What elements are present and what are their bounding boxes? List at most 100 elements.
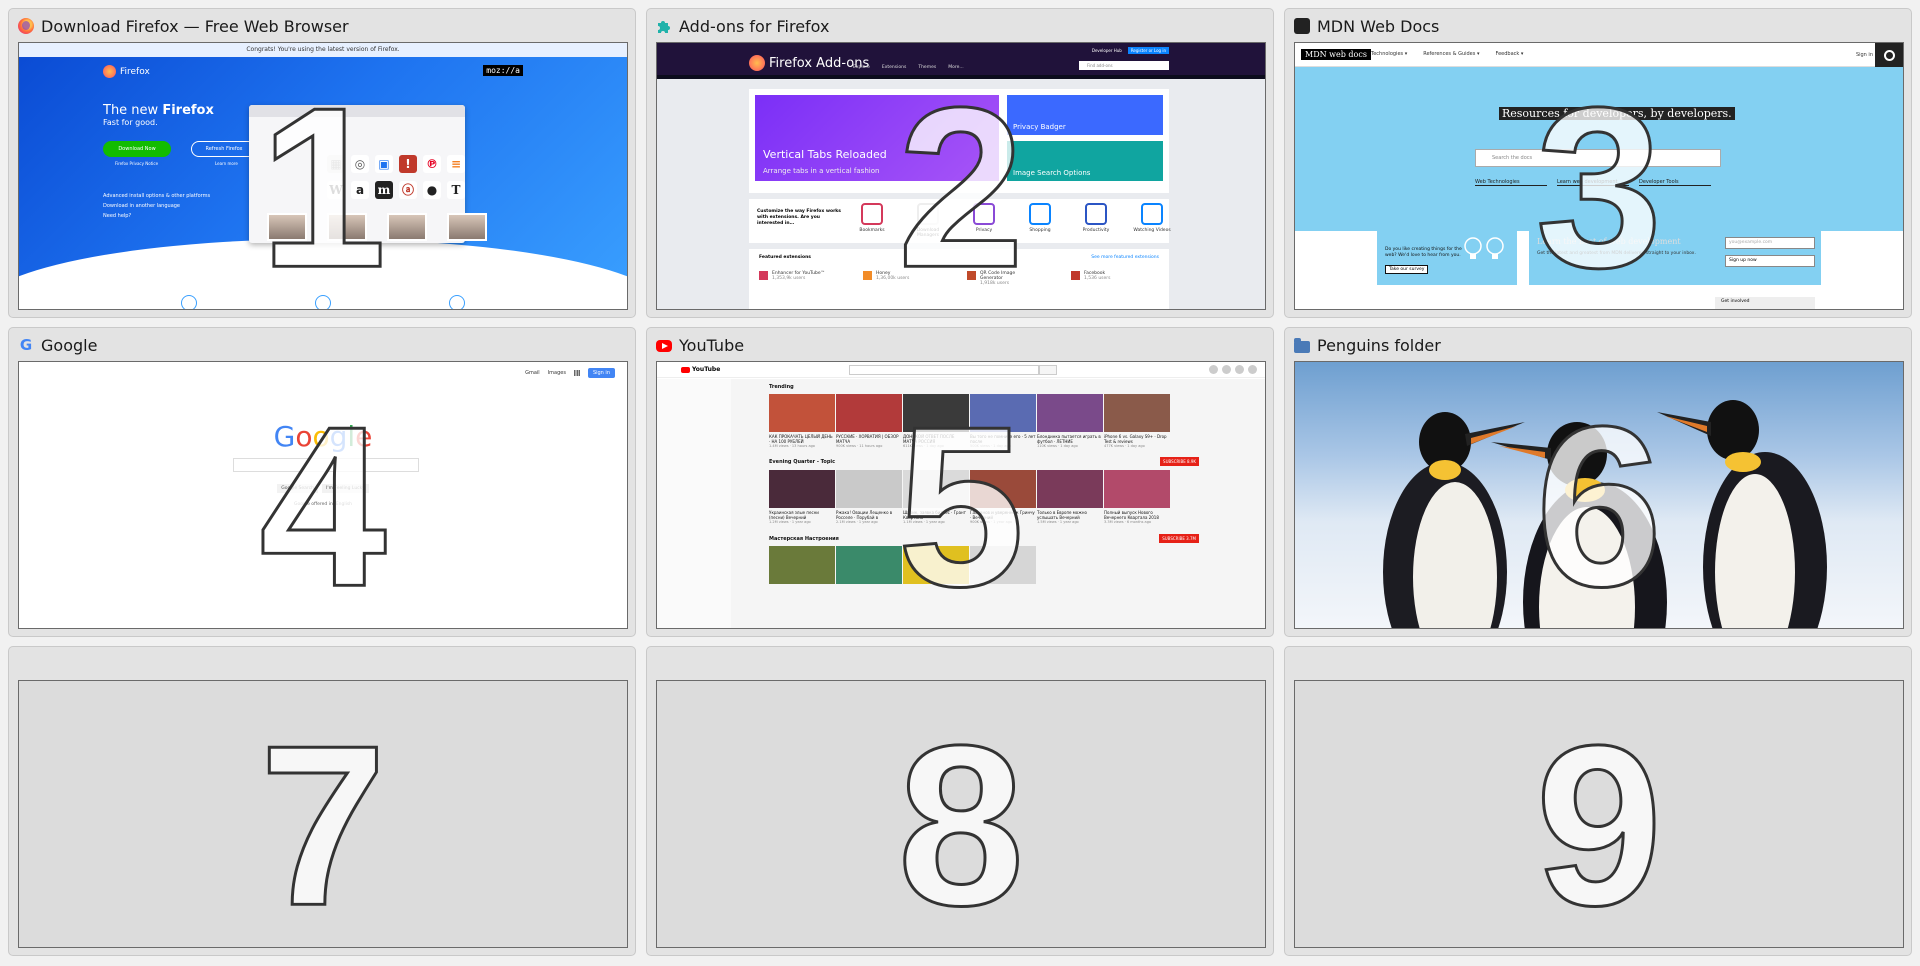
link-web-technologies[interactable]: Web Technologies	[1475, 179, 1547, 186]
nav-extensions[interactable]: Extensions	[882, 65, 906, 70]
search-icon[interactable]	[1875, 43, 1903, 67]
link-developer-tools[interactable]: Developer Tools	[1639, 179, 1711, 186]
privacy-link[interactable]: Firefox Privacy Notice	[115, 161, 158, 166]
subscribe-button[interactable]: SUBSCRIBE 3.7M	[1159, 534, 1199, 543]
video-card[interactable]	[903, 546, 969, 584]
tile-8[interactable]: 8	[646, 646, 1274, 956]
tile-1[interactable]: Download Firefox — Free Web Browser Cong…	[8, 8, 636, 318]
link-help[interactable]: Need help?	[103, 211, 210, 221]
video-card[interactable]: Полный выпуск Нового Вечернего Квартала …	[1104, 470, 1170, 525]
nav-more[interactable]: More...	[948, 65, 963, 70]
survey-button[interactable]: Take our survey	[1385, 265, 1429, 274]
subscribe-button[interactable]: SUBSCRIBE 8.9K	[1160, 457, 1199, 466]
video-card[interactable]: Газманов и уверенно к Гринчу · Вечерний 9…	[970, 470, 1036, 525]
highlight-tiles	[267, 213, 487, 241]
featured-extension[interactable]: QR Code Image Generator 1,918k users	[967, 271, 1037, 286]
nav-feedback[interactable]: Feedback ▾	[1495, 51, 1523, 57]
category-privacy[interactable]: Privacy	[965, 203, 1003, 238]
signup-button[interactable]: Sign up now	[1725, 255, 1815, 267]
nav-technologies[interactable]: Technologies ▾	[1371, 51, 1407, 57]
video-card[interactable]: КАК ПРОКАЧАТЬ ЦЕЛЫЙ ДЕНЬ · НА 100 РУБЛЕЙ…	[769, 394, 835, 449]
category-watching-videos[interactable]: Watching Videos	[1133, 203, 1171, 238]
video-card[interactable]: iPhone 6 vs. Galaxy S9+ · Drop Test & re…	[1104, 394, 1170, 449]
google-search-button[interactable]: Google Search	[277, 484, 318, 493]
video-card[interactable]: Украинская злые песни (песни) Вечерний 1.…	[769, 470, 835, 525]
thumbnail-google[interactable]: Gmail Images Sign in Google Google Searc…	[18, 361, 628, 629]
video-card[interactable]: Вы того не помните его · 5 лет после 500K…	[970, 394, 1036, 449]
thumbnail-addons[interactable]: Firefox Add-ons Explore Extensions Theme…	[656, 42, 1266, 310]
hero-side-title: Image Search Options	[1013, 169, 1091, 177]
featured-extension[interactable]: Facebook 1,536 users	[1071, 271, 1141, 286]
featured-extension[interactable]: Honey 1,36,00k users	[863, 271, 933, 286]
empty-thumbnail[interactable]: 9	[1294, 680, 1904, 948]
featured-extension[interactable]: Enhancer for YouTube™ 1,353,9k users	[759, 271, 829, 286]
category-label: Download Managers	[916, 228, 940, 238]
tile-5[interactable]: YouTube YouTube Trending КАК ПРОКАЧАТЬ Ц…	[646, 327, 1274, 637]
tile-3[interactable]: MDN Web Docs MDN web docs Technologies ▾…	[1284, 8, 1912, 318]
thumbnail-penguins[interactable]: 6	[1294, 361, 1904, 629]
register-button[interactable]: Register or Log in	[1127, 47, 1169, 54]
thumbnail-youtube[interactable]: YouTube Trending КАК ПРОКАЧАТЬ ЦЕЛЫЙ ДЕН…	[656, 361, 1266, 629]
docs-search-input[interactable]: Search the docs	[1475, 149, 1721, 167]
tile-7[interactable]: 7	[8, 646, 636, 956]
gmail-link[interactable]: Gmail	[525, 370, 540, 376]
images-link[interactable]: Images	[548, 370, 566, 376]
nav-themes[interactable]: Themes	[918, 65, 936, 70]
category-shopping[interactable]: Shopping	[1021, 203, 1059, 238]
avatar[interactable]	[1248, 365, 1257, 374]
video-card[interactable]: Только в Европе можно услышать Вечерний 1…	[1037, 470, 1103, 525]
tile-9[interactable]: 9	[1284, 646, 1912, 956]
download-button[interactable]: Download Now	[103, 141, 171, 157]
nav-explore[interactable]: Explore	[853, 65, 870, 70]
apps-grid-icon[interactable]	[573, 370, 580, 376]
video-card[interactable]: РУССКИЕ · ХОРВАТИЯ | ОБЗОР МАТЧА 900K vie…	[836, 394, 902, 449]
video-card[interactable]: ДОНСКОЙ ОТВЕТ ПОСЛЕ МАТЧА РОССИЯ 611K vie…	[903, 394, 969, 449]
sign-in-link[interactable]: Sign in	[1856, 52, 1873, 58]
messages-icon[interactable]	[1222, 365, 1231, 374]
nytimes-icon: T	[447, 181, 465, 199]
video-title: Шарик, заявка бизнес · Грант Квартала	[903, 510, 966, 520]
tile-6[interactable]: Penguins folder 6	[1284, 327, 1912, 637]
hero-vertical-tabs[interactable]: Vertical Tabs Reloaded Arrange tabs in a…	[755, 95, 999, 181]
empty-thumbnail[interactable]: 8	[656, 680, 1266, 948]
search-input[interactable]	[233, 458, 419, 472]
tile-4[interactable]: G Google Gmail Images Sign in Google Goo…	[8, 327, 636, 637]
category-download-managers[interactable]: Download Managers	[909, 203, 947, 238]
nav-references[interactable]: References & Guides ▾	[1423, 51, 1479, 57]
link-install-options[interactable]: Advanced install options & other platfor…	[103, 191, 210, 201]
video-meta: 3.3M views · 6 months ago	[1104, 520, 1152, 524]
thumbnail-firefox-download[interactable]: Congrats! You're using the latest versio…	[18, 42, 628, 310]
topsite-icon: ≡	[447, 155, 465, 173]
developer-hub-link[interactable]: Developer Hub	[1092, 48, 1122, 53]
video-card[interactable]	[836, 546, 902, 584]
tile-title: YouTube	[656, 335, 744, 355]
thumbnail-mdn[interactable]: MDN web docs Technologies ▾ References &…	[1294, 42, 1904, 310]
video-thumbnail	[1037, 470, 1103, 508]
youtube-logo[interactable]: YouTube	[681, 366, 720, 373]
hero-image-search[interactable]: Image Search Options	[1007, 141, 1163, 181]
empty-thumbnail[interactable]: 7	[18, 680, 628, 948]
hero-privacy-badger[interactable]: Privacy Badger	[1007, 95, 1163, 135]
search-icon[interactable]	[1039, 365, 1057, 375]
sign-in-button[interactable]: Sign in	[587, 368, 615, 378]
category-bookmarks[interactable]: Bookmarks	[853, 203, 891, 238]
apps-icon[interactable]	[1209, 365, 1218, 374]
settings-icon[interactable]	[1235, 365, 1244, 374]
category-productivity[interactable]: Productivity	[1077, 203, 1115, 238]
refresh-button[interactable]: Refresh Firefox	[191, 141, 257, 157]
video-card[interactable]	[970, 546, 1036, 584]
video-card[interactable]	[769, 546, 835, 584]
video-card[interactable]: Шарик, заявка бизнес · Грант Квартала 1.1…	[903, 470, 969, 525]
link-other-language[interactable]: Download in another language	[103, 201, 210, 211]
video-card[interactable]: Блондинка пытается играть в футбол · ЛЕТ…	[1037, 394, 1103, 449]
youtube-search-input[interactable]	[849, 365, 1039, 375]
mdn-logo[interactable]: MDN web docs	[1301, 49, 1371, 60]
video-card[interactable]: Ржака! Овации Лещенко в Росселе · Поруба…	[836, 470, 902, 525]
amo-search-input[interactable]: Find add-ons	[1079, 61, 1169, 70]
tile-2[interactable]: Add-ons for Firefox Firefox Add-ons Expl…	[646, 8, 1274, 318]
email-field[interactable]: you@example.com	[1725, 237, 1815, 249]
feeling-lucky-button[interactable]: I'm Feeling Lucky	[322, 484, 369, 493]
learn-more-link[interactable]: Learn more	[215, 161, 238, 166]
featured-more-link[interactable]: See more featured extensions	[1091, 255, 1159, 260]
link-learn-web-dev[interactable]: Learn web development	[1557, 179, 1629, 186]
